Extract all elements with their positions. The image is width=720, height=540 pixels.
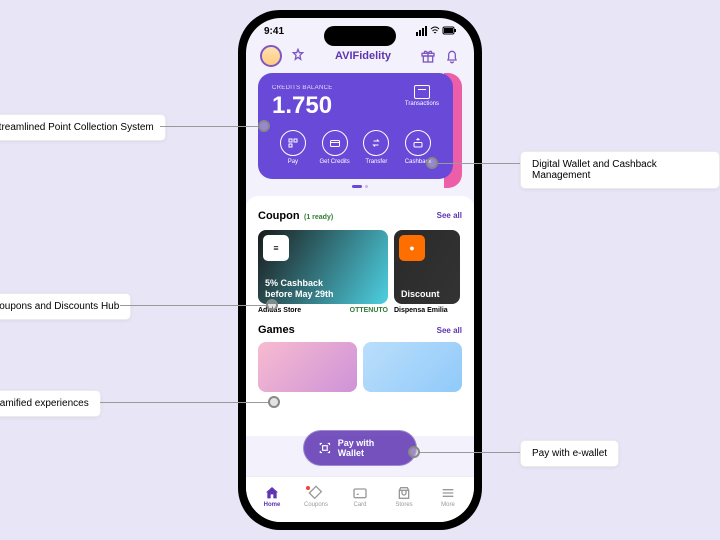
app-title: AVIFidelity [335, 50, 391, 62]
content-area: Coupon (1 ready) See all ≡5% Cashbackbef… [246, 196, 474, 436]
get-credits-icon [322, 130, 348, 156]
notch [324, 26, 396, 46]
pay-icon [280, 130, 306, 156]
annotation-points: Streamlined Point Collection System [0, 114, 166, 141]
pay-wallet-button[interactable]: Pay with Wallet [303, 430, 417, 466]
games-seeall[interactable]: See all [437, 326, 462, 335]
time: 9:41 [264, 26, 284, 37]
screen: 9:41 AVIFidelity CREDITS BALANCE 1.750 T… [246, 18, 474, 522]
avatar[interactable] [260, 45, 282, 67]
brand-logo: ● [399, 235, 425, 261]
action-get-credits[interactable]: Get Credits [314, 130, 356, 165]
balance-card[interactable]: CREDITS BALANCE 1.750 Transactions Pay G… [258, 73, 453, 179]
bottom-nav: Home Coupons Card Stores More [246, 476, 474, 522]
brand-logo: ≡ [263, 235, 289, 261]
nav-more[interactable]: More [426, 485, 470, 508]
games-title: Games [258, 324, 295, 336]
home-icon [264, 485, 280, 501]
gift-icon[interactable] [420, 48, 436, 64]
page-dots [258, 185, 462, 188]
stores-icon [396, 485, 412, 501]
nav-coupons[interactable]: Coupons [294, 485, 338, 508]
coupon-ready: (1 ready) [304, 214, 333, 221]
loyalty-icon[interactable] [290, 48, 306, 64]
coupon-title: Coupon [258, 210, 300, 222]
action-transfer[interactable]: Transfer [356, 130, 398, 165]
nav-card[interactable]: Card [338, 485, 382, 508]
more-icon [440, 485, 456, 501]
balance-label: CREDITS BALANCE [272, 85, 333, 91]
action-pay[interactable]: Pay [272, 130, 314, 165]
coupon-seeall[interactable]: See all [437, 211, 462, 220]
annotation-wallet: Digital Wallet and Cashback Management [520, 151, 720, 189]
nav-stores[interactable]: Stores [382, 485, 426, 508]
transfer-icon [363, 130, 389, 156]
nav-home[interactable]: Home [250, 485, 294, 508]
status-obtained: OTTENUTO [350, 307, 388, 314]
annotation-coupons: Coupons and Discounts Hub [0, 293, 131, 320]
coupon-icon [308, 485, 324, 501]
annotation-games: Gamified experiences [0, 390, 101, 417]
game-card[interactable] [258, 342, 357, 392]
transactions-button[interactable]: Transactions [405, 85, 439, 107]
coupon-card[interactable]: ●Discount Dispensa Emilia [394, 230, 460, 314]
card-icon [352, 485, 368, 501]
annotation-pay: Pay with e-wallet [520, 440, 619, 467]
cashback-icon [405, 130, 431, 156]
balance-value: 1.750 [272, 92, 333, 120]
coupon-card[interactable]: ≡5% Cashbackbefore May 29th Adidas Store… [258, 230, 388, 314]
game-card[interactable] [363, 342, 462, 392]
status-icons [416, 26, 456, 37]
scan-icon [318, 441, 332, 455]
bell-icon[interactable] [444, 48, 460, 64]
transactions-icon [414, 85, 430, 99]
